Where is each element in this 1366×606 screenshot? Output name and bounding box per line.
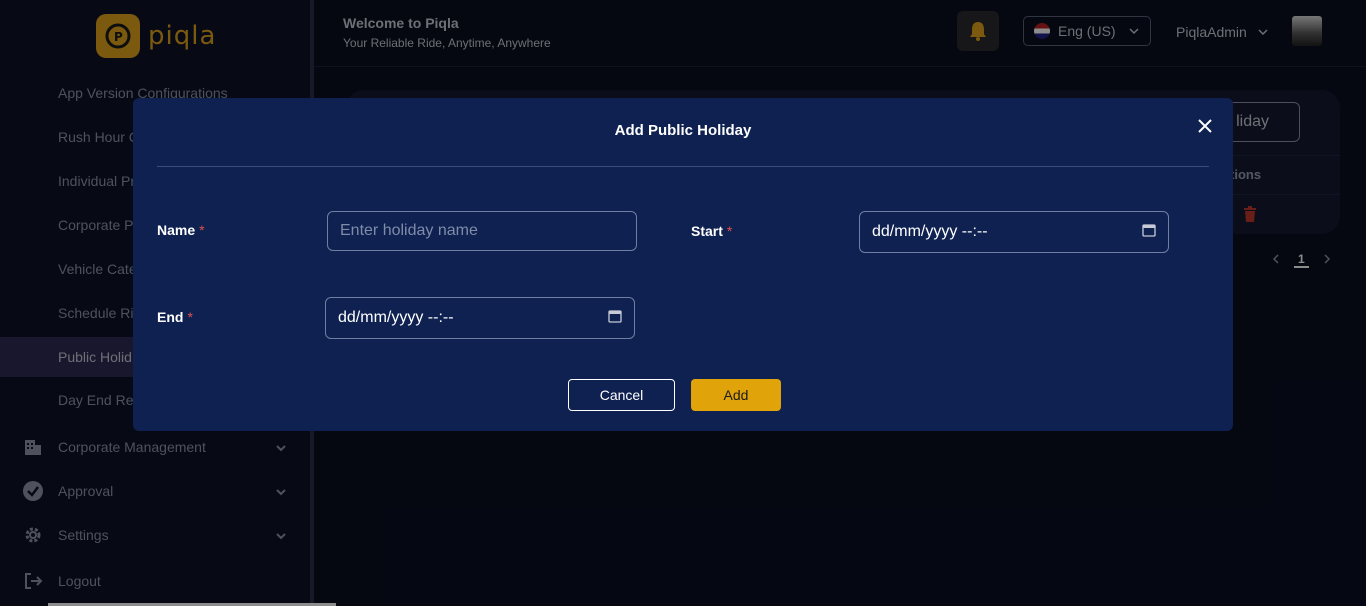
add-public-holiday-modal: Add Public Holiday Name* Start* dd/mm/yy… bbox=[133, 98, 1233, 431]
required-mark: * bbox=[726, 223, 733, 239]
add-button[interactable]: Add bbox=[691, 379, 781, 411]
start-label: Start * bbox=[691, 223, 732, 239]
holiday-name-input[interactable] bbox=[327, 211, 637, 251]
start-datetime-value: dd/mm/yyyy --:-- bbox=[872, 223, 988, 240]
start-label-text: Start bbox=[691, 223, 723, 239]
end-datetime-input[interactable]: dd/mm/yyyy --:-- bbox=[325, 297, 635, 339]
close-icon[interactable] bbox=[1195, 116, 1215, 136]
name-label: Name * bbox=[157, 222, 205, 238]
required-mark: * bbox=[199, 222, 205, 238]
end-datetime-value: dd/mm/yyyy --:-- bbox=[338, 309, 454, 326]
start-datetime-input[interactable]: dd/mm/yyyy --:-- bbox=[859, 211, 1169, 253]
modal-divider bbox=[157, 166, 1209, 167]
end-label-text: End bbox=[157, 309, 184, 325]
modal-title: Add Public Holiday bbox=[614, 122, 752, 139]
calendar-icon[interactable] bbox=[608, 309, 622, 328]
end-label: End * bbox=[157, 309, 193, 325]
required-mark: * bbox=[187, 309, 193, 325]
cancel-button[interactable]: Cancel bbox=[568, 379, 675, 411]
name-label-text: Name bbox=[157, 222, 196, 238]
calendar-icon[interactable] bbox=[1142, 223, 1156, 242]
